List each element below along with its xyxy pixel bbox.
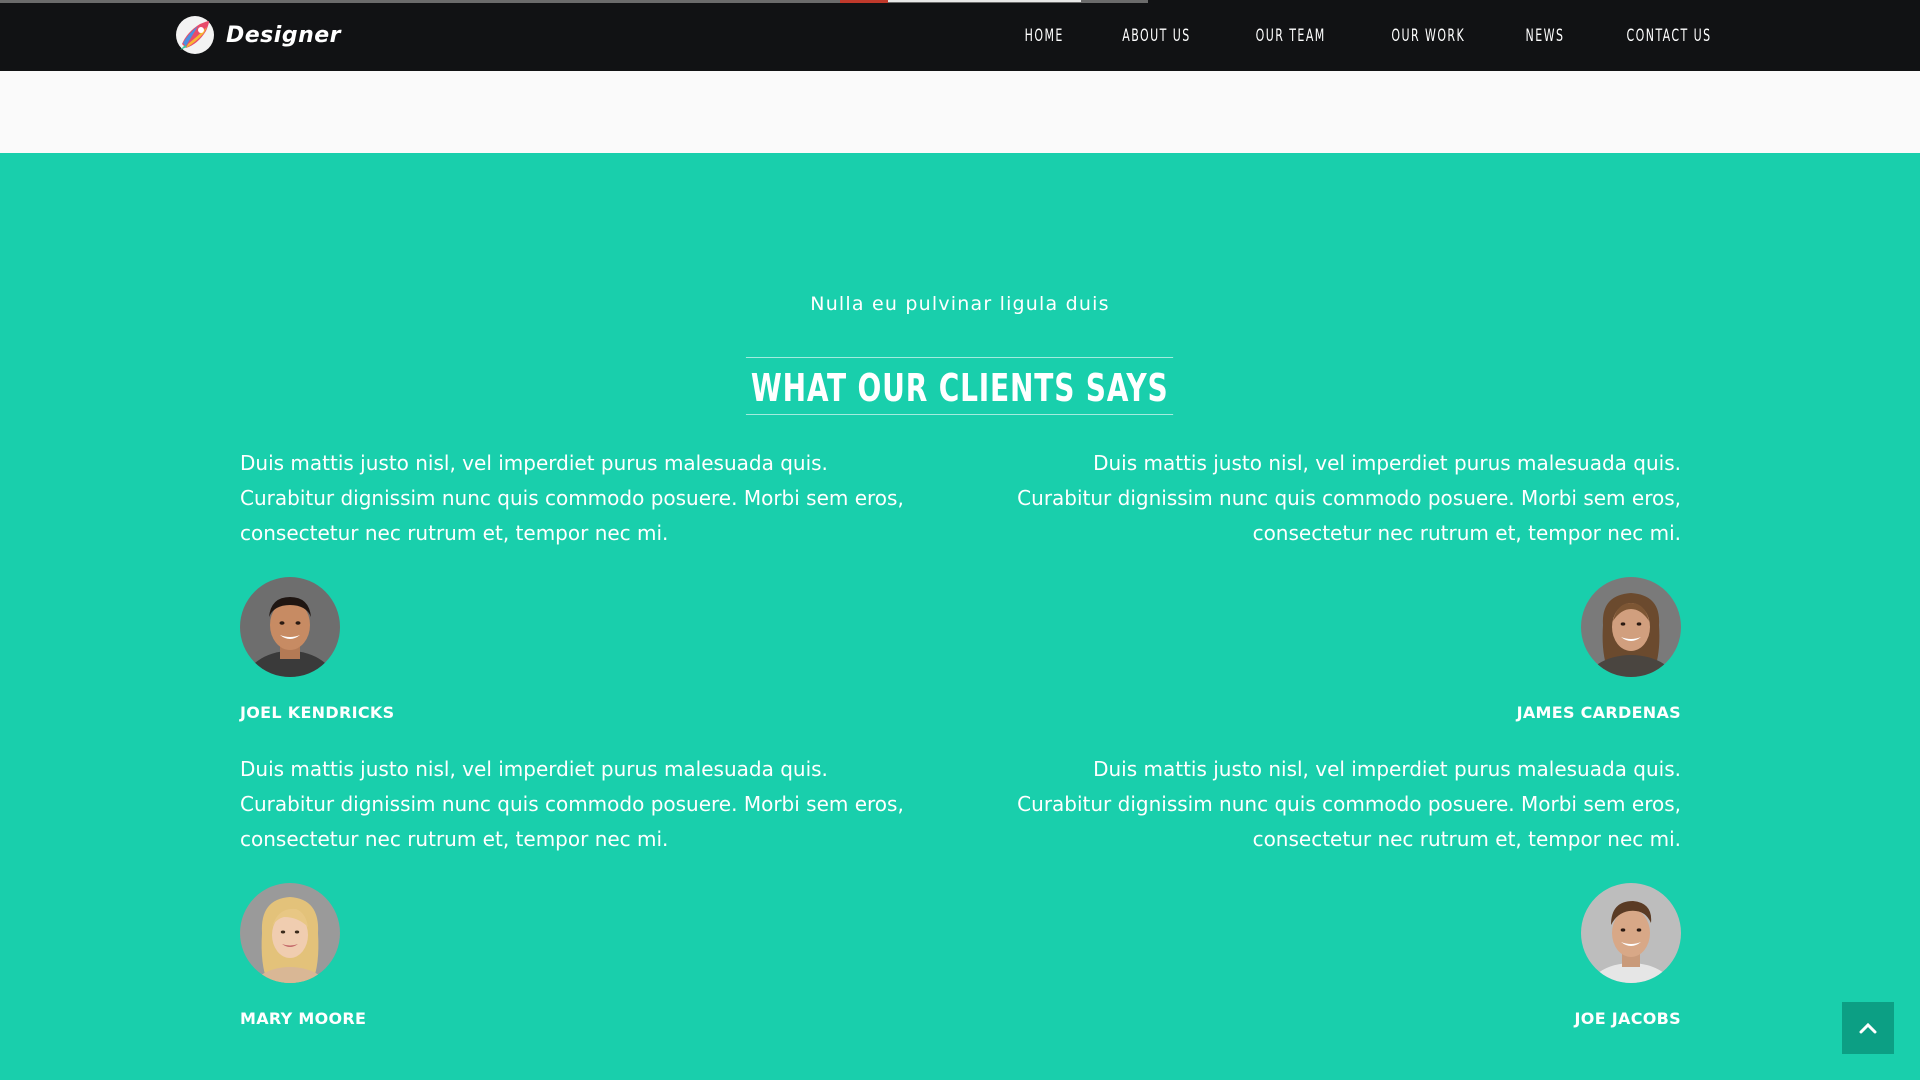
- section-subtitle: Nulla eu pulvinar ligula duis: [810, 293, 1110, 315]
- nav-item-about-us[interactable]: ABOUT US: [1109, 26, 1205, 46]
- testimonial-card: Duis mattis justo nisl, vel imperdiet pu…: [240, 446, 920, 722]
- testimonial-quote: Duis mattis justo nisl, vel imperdiet pu…: [240, 451, 904, 545]
- client-name: JOE JACOBS: [1574, 1009, 1681, 1028]
- testimonial-card: Duis mattis justo nisl, vel imperdiet pu…: [1001, 446, 1681, 722]
- back-to-top-button[interactable]: [1842, 1002, 1894, 1054]
- testimonial-quote: Duis mattis justo nisl, vel imperdiet pu…: [240, 757, 904, 851]
- progress-highlight: [888, 0, 1081, 2]
- page-progress-bar: [0, 0, 1148, 3]
- testimonial-quote: Duis mattis justo nisl, vel imperdiet pu…: [1017, 451, 1681, 545]
- nav-item-our-work[interactable]: OUR WORK: [1378, 26, 1479, 46]
- navbar: Designer HOME ABOUT US OUR TEAM OUR WORK…: [0, 0, 1920, 71]
- testimonial-card: Duis mattis justo nisl, vel imperdiet pu…: [1001, 752, 1681, 1028]
- section-title: WHAT OUR CLIENTS SAYS: [746, 356, 1174, 415]
- client-name: JAMES CARDENAS: [1516, 703, 1681, 722]
- avatar: [1581, 883, 1681, 983]
- main-nav: HOME ABOUT US OUR TEAM OUR WORK NEWS CON…: [998, 0, 1747, 71]
- testimonial-quote: Duis mattis justo nisl, vel imperdiet pu…: [1017, 757, 1681, 851]
- chevron-up-icon: [1859, 1019, 1877, 1038]
- client-name: JOEL KENDRICKS: [240, 703, 395, 722]
- rocket-logo-icon: [174, 14, 216, 56]
- client-name: MARY MOORE: [240, 1009, 367, 1028]
- testimonials-section: Nulla eu pulvinar ligula duis WHAT OUR C…: [0, 153, 1920, 1080]
- brand-link[interactable]: Designer: [174, 14, 341, 56]
- nav-item-contact-us[interactable]: CONTACT US: [1613, 26, 1725, 46]
- testimonial-card: Duis mattis justo nisl, vel imperdiet pu…: [240, 752, 920, 1028]
- nav-item-news[interactable]: NEWS: [1512, 26, 1578, 46]
- avatar: [240, 883, 340, 983]
- progress-accent: [840, 0, 888, 3]
- nav-item-home[interactable]: HOME: [1011, 26, 1078, 46]
- avatar: [240, 577, 340, 677]
- nav-item-our-team[interactable]: OUR TEAM: [1242, 26, 1339, 46]
- brand-name: Designer: [226, 22, 341, 48]
- avatar: [1581, 577, 1681, 677]
- section-title-wrap: WHAT OUR CLIENTS SAYS: [0, 325, 1920, 446]
- light-strip: [0, 71, 1920, 153]
